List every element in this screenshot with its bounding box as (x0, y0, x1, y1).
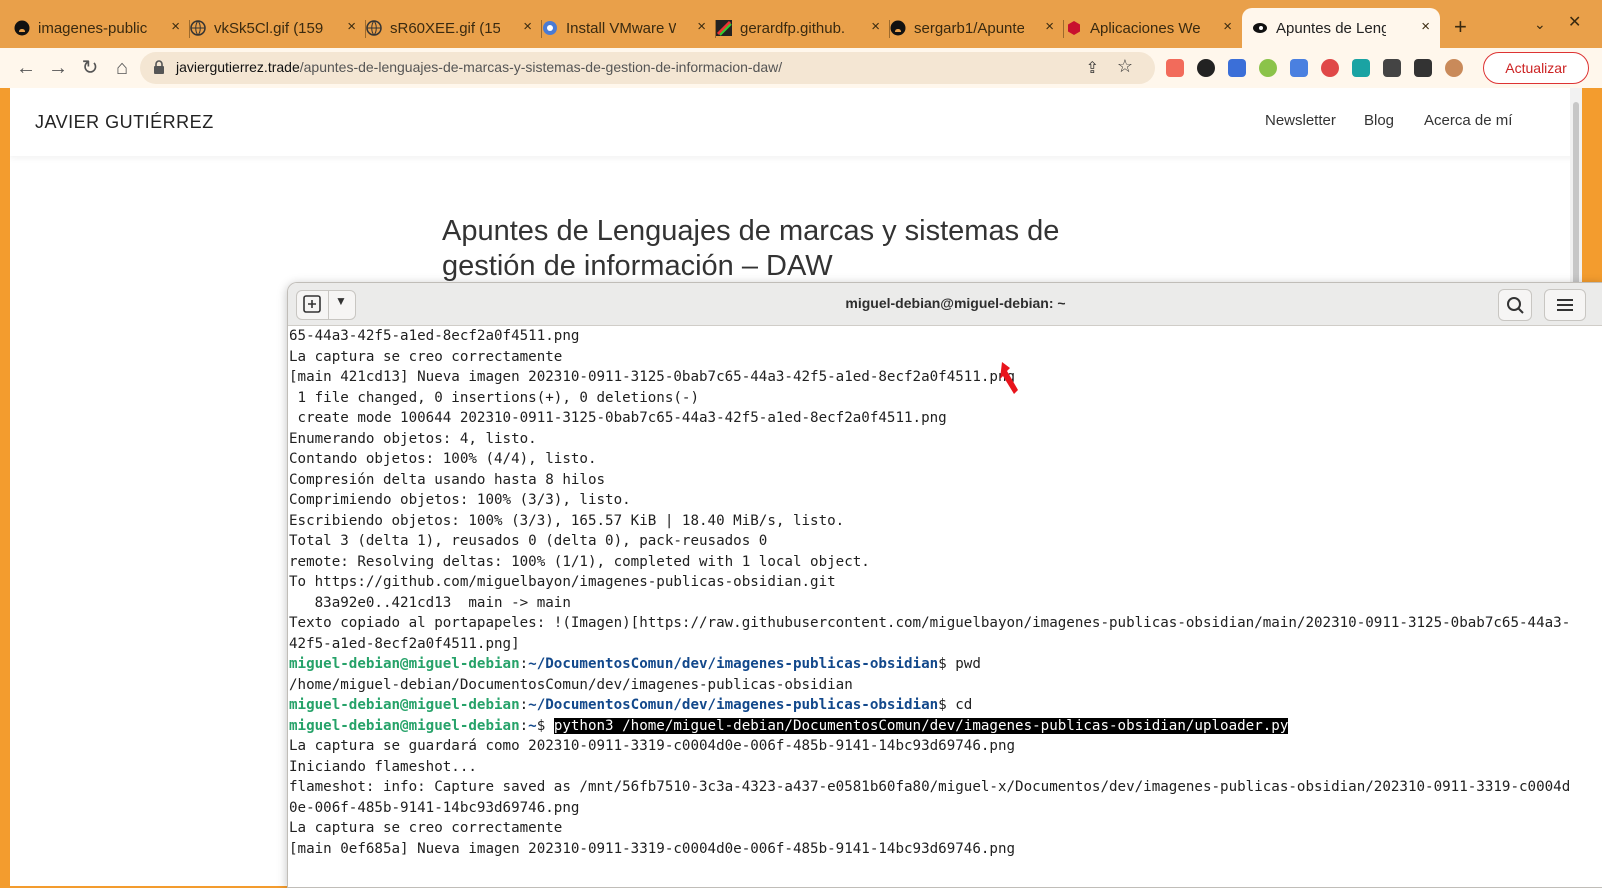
tab-title: imagenes-public (38, 19, 148, 37)
output-line: La captura se creo correctamente (289, 348, 563, 365)
address-bar[interactable]: javiergutierrez.trade/apuntes-de-lenguaj… (140, 52, 1155, 84)
terminal-menu-button[interactable] (1544, 289, 1586, 321)
site-title[interactable]: JAVIER GUTIÉRREZ (35, 112, 214, 133)
globe-icon (190, 20, 206, 36)
tab-gerardfp[interactable]: gerardfp.github. × (716, 8, 890, 48)
terminal-window: ▼ miguel-debian@miguel-debian: ~ 65-44a3… (287, 282, 1602, 888)
close-icon[interactable]: × (1223, 18, 1232, 35)
article-title: Apuntes de Lenguajes de marcas y sistema… (442, 215, 1060, 282)
close-icon[interactable]: × (871, 18, 880, 35)
output-line: 1 file changed, 0 insertions(+), 0 delet… (289, 389, 699, 406)
nav-newsletter[interactable]: Newsletter (1265, 112, 1336, 129)
output-line: Contando objetos: 100% (4/4), listo. (289, 451, 597, 467)
output-line: Comprimiendo objetos: 100% (3/3), listo. (289, 492, 631, 508)
chrome-icon (543, 21, 557, 35)
terminal-title: miguel-debian@miguel-debian: ~ (845, 295, 1066, 311)
output-line: Iniciando flameshot... (289, 758, 477, 775)
update-button[interactable]: Actualizar (1483, 52, 1589, 84)
output-line: [main 421cd13] Nueva imagen 202310-0911-… (289, 369, 1016, 385)
tab-apuntes-active[interactable]: Apuntes de Leng × (1242, 8, 1440, 48)
prompt-line: miguel-debian@miguel-debian:~$ python3 /… (289, 717, 1289, 734)
extension-icon[interactable] (1259, 59, 1277, 77)
close-icon[interactable]: × (1421, 18, 1430, 35)
tab-title: gerardfp.github. (740, 19, 846, 37)
close-icon[interactable]: × (171, 18, 180, 35)
close-icon[interactable]: × (347, 18, 356, 35)
red-arrow-icon (1000, 362, 1018, 394)
save-icon[interactable] (1352, 59, 1370, 77)
tab-strip: imagenes-public × vkSk5Cl.gif (1598 × sR… (0, 0, 1602, 48)
hamburger-icon (1557, 299, 1573, 311)
search-icon (1507, 297, 1524, 314)
translate-icon[interactable] (1290, 59, 1308, 77)
close-icon[interactable]: × (697, 18, 706, 35)
output-line: remote: Resolving deltas: 100% (1/1), co… (289, 553, 870, 570)
close-icon[interactable]: × (1045, 18, 1054, 35)
tab-search-chevron-icon[interactable]: ⌄ (1534, 16, 1546, 33)
output-line: Compresión delta usando hasta 8 hilos (289, 471, 606, 488)
globe-icon (366, 20, 382, 36)
gerardfp-icon (716, 20, 732, 36)
avatar[interactable] (1445, 59, 1463, 77)
back-arrow-icon[interactable]: ← (14, 56, 38, 80)
tab-title: Aplicaciones We (1090, 19, 1200, 37)
new-tab-button[interactable]: + (1454, 14, 1467, 40)
output-line: [main 0ef685a] Nueva imagen 202310-0911-… (289, 840, 1016, 857)
output-line: To https://github.com/miguelbayon/imagen… (289, 574, 836, 590)
extension-icon[interactable] (1166, 59, 1184, 77)
output-line: flameshot: info: Capture saved as /mnt/5… (289, 779, 1571, 795)
github-icon (14, 20, 30, 36)
output-line: /home/miguel-debian/DocumentosComun/dev/… (289, 676, 853, 693)
url-text: javiergutierrez.trade/apuntes-de-lenguaj… (176, 59, 783, 75)
bookmark-star-icon[interactable]: ☆ (1117, 56, 1133, 77)
extension-icon[interactable] (1321, 59, 1339, 77)
tab-vksk5cl[interactable]: vkSk5Cl.gif (1598 × (190, 8, 366, 48)
output-line: 42f5-a1ed-8ecf2a0f4511.png] (289, 635, 520, 652)
tab-title: Install VMware W (566, 19, 676, 37)
forward-arrow-icon[interactable]: → (46, 56, 70, 80)
extension-icon[interactable] (1197, 59, 1215, 77)
output-line: 65-44a3-42f5-a1ed-8ecf2a0f4511.png (289, 328, 580, 344)
nav-blog[interactable]: Blog (1364, 112, 1394, 129)
output-line: 0e-006f-485b-9141-14bc93d69746.png (289, 799, 580, 816)
hexagon-icon (1068, 21, 1080, 35)
share-icon[interactable]: ⇪ (1086, 58, 1099, 78)
close-icon[interactable]: × (523, 18, 532, 35)
window-close-icon[interactable]: ✕ (1568, 12, 1581, 32)
tab-title: sergarb1/Apunte (914, 19, 1024, 37)
terminal-headerbar: ▼ miguel-debian@miguel-debian: ~ (288, 283, 1602, 326)
selected-command: python3 /home/miguel-debian/DocumentosCo… (553, 717, 1289, 734)
tab-title: vkSk5Cl.gif (1598 (214, 19, 324, 37)
site-icon (1253, 23, 1267, 33)
browser-toolbar: ← → ↻ ⌂ javiergutierrez.trade/apuntes-de… (0, 48, 1602, 88)
tab-sr60xee[interactable]: sR60XEE.gif (159 × (366, 8, 542, 48)
output-line: La captura se guardará como 202310-0911-… (289, 738, 1016, 754)
puzzle-icon[interactable] (1383, 59, 1401, 77)
tab-imagenes-publicas[interactable]: imagenes-public × (14, 8, 190, 48)
tab-aplicaciones-web[interactable]: Aplicaciones We × (1066, 8, 1242, 48)
tab-sergarb1[interactable]: sergarb1/Apunte × (890, 8, 1064, 48)
tab-title: sR60XEE.gif (159 (390, 19, 500, 37)
nav-acerca[interactable]: Acerca de mí (1424, 112, 1512, 129)
lock-icon (154, 60, 164, 74)
home-icon[interactable]: ⌂ (110, 56, 134, 80)
sidepanel-icon[interactable] (1414, 59, 1432, 77)
output-line: Total 3 (delta 1), reusados 0 (delta 0),… (289, 533, 768, 549)
site-header: JAVIER GUTIÉRREZ Newsletter Blog Acerca … (10, 88, 1582, 156)
output-line: Escribiendo objetos: 100% (3/3), 165.57 … (289, 512, 845, 529)
reload-icon[interactable]: ↻ (78, 56, 102, 80)
output-line: Texto copiado al portapapeles: !(Imagen)… (289, 615, 1571, 631)
tab-install-vmware[interactable]: Install VMware W × (542, 8, 716, 48)
output-line: create mode 100644 202310-0911-3125-0bab… (289, 410, 947, 426)
output-line: 83a92e0..421cd13 main -> main (289, 594, 571, 611)
prompt-line: miguel-debian@miguel-debian:~/Documentos… (289, 656, 981, 672)
extension-icon[interactable] (1228, 59, 1246, 77)
output-line: La captura se creo correctamente (289, 820, 563, 836)
tab-title: Apuntes de Leng (1276, 19, 1386, 37)
terminal-output[interactable]: 65-44a3-42f5-a1ed-8ecf2a0f4511.png La cap… (289, 326, 1602, 886)
terminal-search-button[interactable] (1498, 289, 1532, 321)
prompt-line: miguel-debian@miguel-debian:~/Documentos… (289, 697, 973, 713)
github-icon (890, 20, 906, 36)
output-line: Enumerando objetos: 4, listo. (289, 430, 537, 447)
